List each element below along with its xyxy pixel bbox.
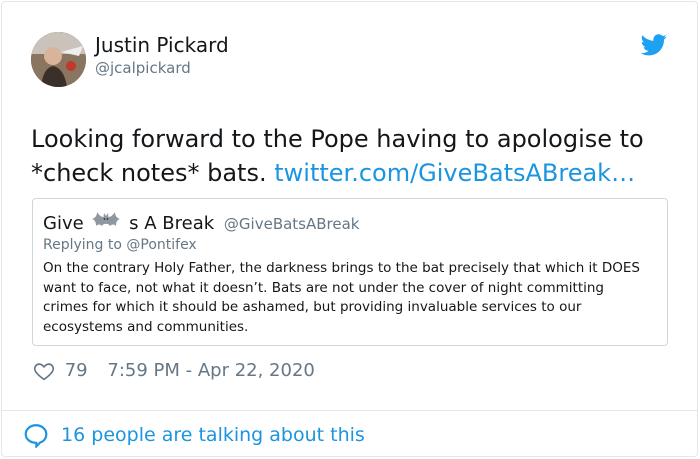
author-name[interactable]: Justin Pickard (95, 33, 229, 57)
replying-to[interactable]: Replying to @Pontifex (43, 236, 197, 254)
bat-emoji-icon (92, 212, 121, 226)
quoted-handle[interactable]: @GiveBatsABreak (224, 215, 360, 233)
conversation-link[interactable]: 16 people are talking about this (23, 420, 365, 448)
quoted-author[interactable]: Give s A Break @GiveBatsABreak (43, 211, 360, 235)
timestamp[interactable]: 7:59 PM - Apr 22, 2020 (107, 358, 314, 384)
heart-icon[interactable] (33, 360, 55, 382)
quoted-text: On the contrary Holy Father, the darknes… (43, 260, 640, 335)
quoted-tweet[interactable]: Give s A Break @GiveBatsABreak Replying … (32, 198, 668, 346)
like-count[interactable]: 79 (65, 358, 88, 384)
avatar[interactable] (31, 32, 86, 87)
conversation-text[interactable]: 16 people are talking about this (61, 421, 365, 449)
twitter-bird-icon[interactable] (641, 34, 667, 56)
divider (1, 410, 698, 411)
quoted-author-name-start: Give (43, 213, 84, 234)
tweet-link[interactable]: twitter.com/GiveBatsABreak… (274, 159, 635, 187)
tweet-text: Looking forward to the Pope having to ap… (31, 122, 671, 190)
author-handle[interactable]: @jcalpickard (95, 59, 191, 77)
quoted-author-name-end: s A Break (129, 213, 215, 234)
speech-bubble-icon (24, 423, 48, 448)
tweet-meta: 79 7:59 PM - Apr 22, 2020 (33, 358, 315, 384)
